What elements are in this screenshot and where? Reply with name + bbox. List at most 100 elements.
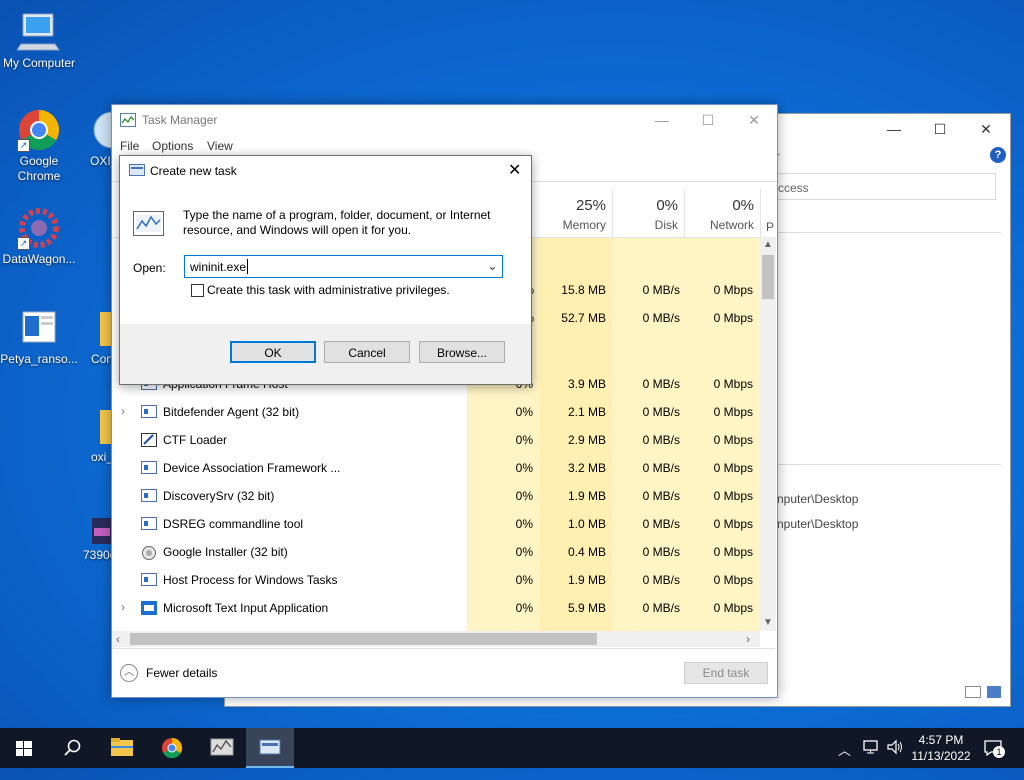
memory-cell: 52.7 MB [561, 311, 606, 325]
memory-label: Memory [562, 218, 606, 232]
horizontal-scroll-thumb[interactable] [130, 633, 597, 645]
shortcut-arrow-icon: ↗ [17, 237, 30, 250]
dialog-description: Type the name of a program, folder, docu… [183, 208, 491, 237]
browse-button[interactable]: Browse... [419, 341, 505, 363]
cpu-cell: 0% [515, 517, 533, 531]
scroll-up-icon[interactable]: ▲ [763, 239, 773, 250]
vertical-scrollbar[interactable]: ▲ ▼ [760, 237, 776, 631]
menu-options[interactable]: Options [152, 139, 193, 153]
table-row[interactable]: Host Process for Windows Tasks 0% 1.9 MB… [112, 566, 764, 594]
table-row[interactable]: Device Association Framework ... 0% 3.2 … [112, 454, 764, 482]
path-text: nputer\Desktop [777, 517, 859, 531]
column-header-disk[interactable]: 0% Disk [612, 189, 685, 237]
desktop-icon-con[interactable]: Con [86, 306, 112, 367]
network-icon[interactable] [862, 739, 880, 779]
volume-icon[interactable] [886, 739, 904, 779]
minimize-icon[interactable]: — [871, 114, 917, 144]
chevron-down-icon[interactable]: ⌄ [487, 258, 498, 274]
desktop-icon-datawagon[interactable]: ↗ DataWagon... [0, 206, 81, 267]
large-icons-view-icon[interactable] [987, 686, 1001, 698]
ok-button[interactable]: OK [230, 341, 316, 363]
desktop-icon-my-computer[interactable]: My Computer [0, 10, 81, 71]
menu-file[interactable]: File [120, 139, 139, 153]
menu-view[interactable]: View [207, 139, 233, 153]
memory-cell: 0.4 MB [567, 545, 606, 559]
start-button[interactable] [0, 728, 48, 768]
network-cell: 0 Mbps [713, 377, 753, 391]
divider [777, 232, 1001, 233]
open-combobox[interactable]: wininit.exe ⌄ [184, 255, 503, 278]
divider [777, 464, 1001, 465]
task-manager-icon [120, 113, 136, 127]
memory-cell: 1.9 MB [567, 573, 606, 587]
cpu-cell: 0% [515, 405, 533, 419]
window-title: Task Manager [142, 113, 218, 127]
scroll-down-icon[interactable]: ▼ [763, 617, 773, 628]
table-row[interactable]: CTF Loader 0% 2.9 MB 0 MB/s 0 Mbps [112, 426, 764, 454]
desktop-icon-petya[interactable]: Petya_ranso... [0, 306, 81, 367]
memory-cell: 3.9 MB [567, 377, 606, 391]
clock[interactable]: 4:57 PM 11/13/2022 [906, 732, 976, 772]
search-text: ccess [778, 181, 809, 195]
disk-cell: 0 MB/s [642, 573, 680, 587]
disk-cell: 0 MB/s [642, 311, 680, 325]
search-box[interactable]: ccess [777, 173, 996, 200]
admin-checkbox[interactable] [191, 284, 204, 297]
table-row[interactable]: DSREG commandline tool 0% 1.0 MB 0 MB/s … [112, 510, 764, 538]
desktop-icon-7390c[interactable]: 7390c [80, 514, 112, 563]
text-cursor [247, 259, 248, 274]
scroll-right-icon[interactable]: › [746, 632, 750, 646]
footer-divider [112, 648, 775, 649]
table-row[interactable]: DiscoverySrv (32 bit) 0% 1.9 MB 0 MB/s 0… [112, 482, 764, 510]
desktop-icon-oxi-folder[interactable]: oxi_ [86, 404, 112, 465]
scroll-left-icon[interactable]: ‹ [116, 632, 120, 646]
task-manager-titlebar[interactable]: Task Manager — ☐ ✕ [112, 105, 777, 135]
taskbar-file-explorer[interactable] [98, 728, 146, 768]
search-button[interactable] [48, 728, 96, 768]
horizontal-scrollbar[interactable]: ‹ › [112, 631, 760, 647]
process-name: DSREG commandline tool [163, 517, 304, 531]
text-input-app-icon [141, 601, 157, 615]
chevron-up-icon[interactable]: ︿ [838, 740, 851, 780]
help-icon[interactable]: ? [990, 147, 1006, 163]
create-new-task-dialog[interactable]: Create new task ✕ Type the name of a pro… [119, 155, 532, 385]
vertical-scroll-thumb[interactable] [762, 255, 774, 299]
column-header-network[interactable]: 0% Network [684, 189, 761, 237]
expand-chevron-icon[interactable]: › [121, 600, 125, 614]
document-icon [17, 306, 61, 350]
dialog-footer: OK Cancel Browse... [120, 324, 531, 384]
taskbar: ︿ 4:57 PM 11/13/2022 1 [0, 728, 1024, 768]
maximize-icon[interactable]: ☐ [685, 105, 731, 135]
close-icon[interactable]: ✕ [963, 114, 1009, 144]
disk-cell: 0 MB/s [642, 377, 680, 391]
end-task-button[interactable]: End task [684, 662, 768, 684]
details-view-icon[interactable] [965, 686, 981, 698]
minimize-icon[interactable]: — [639, 105, 685, 135]
disk-cell: 0 MB/s [642, 545, 680, 559]
open-input-value[interactable]: wininit.exe [190, 260, 246, 274]
close-icon[interactable]: ✕ [731, 105, 777, 135]
menu-bar: File Options View [112, 136, 777, 156]
close-icon[interactable]: ✕ [508, 160, 521, 180]
cpu-cell: 0% [515, 545, 533, 559]
network-cell: 0 Mbps [713, 433, 753, 447]
cancel-button[interactable]: Cancel [324, 341, 410, 363]
column-header-memory[interactable]: 25% Memory [540, 189, 613, 237]
column-header-power[interactable]: P [760, 189, 776, 237]
network-percent: 0% [732, 197, 754, 214]
table-row[interactable]: › Bitdefender Agent (32 bit) 0% 2.1 MB 0… [112, 398, 764, 426]
cpu-cell: 0% [515, 461, 533, 475]
table-row[interactable]: Google Installer (32 bit) 0% 0.4 MB 0 MB… [112, 538, 764, 566]
image-file-icon [92, 514, 112, 546]
monitor-app-icon [210, 738, 234, 756]
table-row[interactable]: › Microsoft Text Input Application 0% 5.… [112, 594, 764, 622]
taskbar-task-manager[interactable] [246, 728, 294, 768]
ctf-loader-icon [141, 433, 157, 447]
notification-center-icon[interactable]: 1 [984, 739, 1005, 779]
expand-chevron-icon[interactable]: › [121, 404, 125, 418]
taskbar-app[interactable] [198, 728, 246, 768]
app-icon [141, 489, 157, 502]
taskbar-chrome[interactable] [148, 728, 196, 768]
disk-cell: 0 MB/s [642, 461, 680, 475]
maximize-icon[interactable]: ☐ [917, 114, 963, 144]
